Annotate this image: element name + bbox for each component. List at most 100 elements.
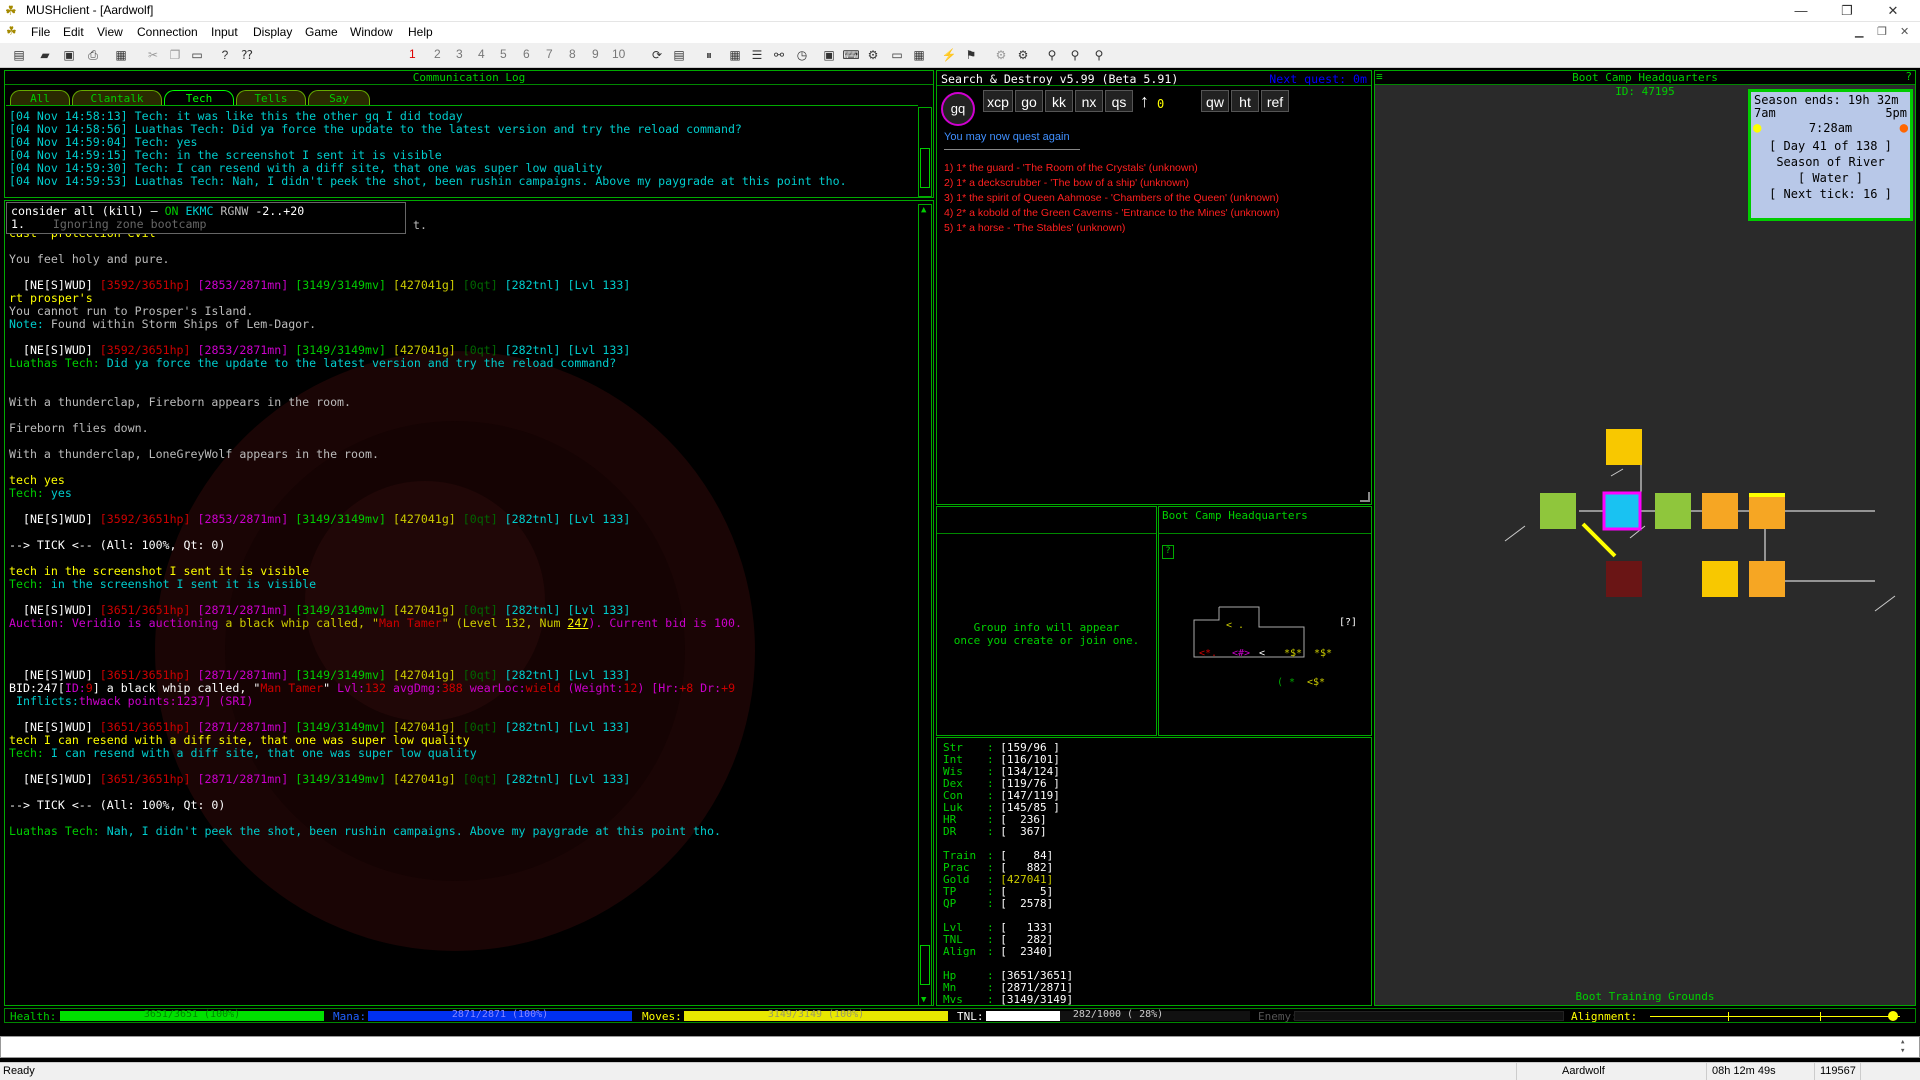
tab-all[interactable]: All bbox=[10, 90, 70, 105]
snd-target[interactable]: 4) 2* a kobold of the Green Caverns - 'E… bbox=[944, 206, 1280, 221]
triggers-icon[interactable]: ⚡ bbox=[940, 47, 958, 64]
mdi-close-button[interactable]: ✕ bbox=[1900, 25, 1909, 38]
log-icon[interactable]: ▤ bbox=[670, 47, 688, 64]
key-icon[interactable]: ⌨ bbox=[842, 47, 860, 64]
xcp-button[interactable]: xcp bbox=[983, 90, 1013, 112]
macro-1[interactable]: 1 bbox=[409, 47, 416, 61]
mdi-minimize-button[interactable]: ▁ bbox=[1855, 25, 1863, 38]
tab-tech[interactable]: Tech bbox=[164, 90, 234, 105]
save-icon[interactable]: ▣ bbox=[60, 47, 78, 64]
qs-button[interactable]: qs bbox=[1105, 90, 1133, 112]
kk-button[interactable]: kk bbox=[1045, 90, 1073, 112]
auction-num-link[interactable]: 247 bbox=[567, 616, 588, 630]
find-icon[interactable]: ⚲ bbox=[1066, 47, 1084, 64]
copy-icon[interactable]: ❐ bbox=[166, 47, 184, 64]
menu-file[interactable]: File bbox=[31, 25, 50, 39]
close-button[interactable]: ✕ bbox=[1870, 0, 1916, 22]
macro-2[interactable]: 2 bbox=[434, 47, 441, 61]
new-world-icon[interactable]: ▤ bbox=[10, 47, 28, 64]
consider-popup: consider all (kill) – ON EKMC RGNW -2..+… bbox=[6, 202, 406, 234]
prompt-line: [NE[S]WUD] [3651/3651hp] [2871/2871mn] [… bbox=[22, 772, 631, 786]
link-icon[interactable]: ⚯ bbox=[770, 47, 788, 64]
go-button[interactable]: go bbox=[1015, 90, 1043, 112]
pause-icon[interactable]: ⏸ bbox=[700, 47, 718, 64]
variables-icon[interactable]: ⚙ bbox=[1014, 47, 1032, 64]
maximize-button[interactable]: ❐ bbox=[1824, 0, 1870, 22]
menu-edit[interactable]: Edit bbox=[63, 25, 84, 39]
tab-say[interactable]: Say bbox=[308, 90, 370, 105]
ht-button[interactable]: ht bbox=[1231, 90, 1259, 112]
consider-tail: t. bbox=[413, 218, 427, 232]
group-panel: Group info will appear once you create o… bbox=[936, 506, 1157, 736]
aliases-icon[interactable]: ⚑ bbox=[962, 47, 980, 64]
snd-target[interactable]: 3) 1* the spirit of Queen Aahmose - 'Cha… bbox=[944, 191, 1280, 206]
preview-icon[interactable]: ▦ bbox=[112, 47, 130, 64]
tab-clantalk[interactable]: Clantalk bbox=[72, 90, 162, 105]
tab-tells[interactable]: Tells bbox=[236, 90, 306, 105]
command-input[interactable] bbox=[0, 1036, 1920, 1058]
menu-display[interactable]: Display bbox=[253, 25, 292, 39]
input-scroll-icon[interactable]: ▴ ▾ bbox=[1900, 1038, 1914, 1056]
snd-target[interactable]: 1) 1* the guard - 'The Room of the Cryst… bbox=[944, 161, 1280, 176]
connect-icon[interactable]: ⟳ bbox=[648, 47, 666, 64]
open-icon[interactable]: ▰ bbox=[36, 47, 54, 64]
status-time: 08h 12m 49s bbox=[1712, 1065, 1776, 1077]
plugins-icon[interactable]: ⚙ bbox=[864, 47, 882, 64]
output-line: Tech: I can resend with a diff site, tha… bbox=[9, 746, 477, 760]
print-icon[interactable]: ⎙ bbox=[84, 47, 102, 64]
tab-clantalk-label: Clantalk bbox=[90, 92, 144, 105]
clock-season: Season of River bbox=[1776, 155, 1885, 169]
menu-help[interactable]: Help bbox=[408, 25, 433, 39]
macro-7[interactable]: 7 bbox=[546, 47, 553, 61]
menu-connection[interactable]: Connection bbox=[137, 25, 198, 39]
world-icon[interactable]: ▦ bbox=[726, 47, 744, 64]
menu-game[interactable]: Game bbox=[305, 25, 338, 39]
notepad-icon[interactable]: ▭ bbox=[888, 47, 906, 64]
prompt-line: [NE[S]WUD] [3592/3651hp] [2853/2871mn] [… bbox=[22, 278, 631, 292]
macro-5[interactable]: 5 bbox=[500, 47, 507, 61]
menu-input[interactable]: Input bbox=[211, 25, 238, 39]
snd-target[interactable]: 2) 1* a deckscrubber - 'The bow of a shi… bbox=[944, 176, 1280, 191]
grid-icon[interactable]: ▦ bbox=[910, 47, 928, 64]
help-icon[interactable]: ? bbox=[216, 47, 234, 64]
macro-10[interactable]: 10 bbox=[612, 47, 625, 61]
comm-log-scrollbar[interactable] bbox=[918, 107, 932, 197]
menu-window[interactable]: Window bbox=[350, 25, 393, 39]
nx-button[interactable]: nx bbox=[1075, 90, 1103, 112]
macro-6[interactable]: 6 bbox=[523, 47, 530, 61]
consider-line-2: 1. Ignoring zone bootcamp bbox=[11, 217, 207, 231]
menu-view[interactable]: View bbox=[97, 25, 123, 39]
status-count: 119567 bbox=[1820, 1065, 1856, 1077]
snd-message: You may now quest again bbox=[944, 131, 1070, 143]
group-info-line-2: once you create or join one. bbox=[953, 634, 1140, 647]
comm-log-scroll-thumb[interactable] bbox=[920, 148, 930, 188]
output-line: tech yes bbox=[9, 473, 65, 487]
context-help-icon[interactable]: ⁇ bbox=[238, 47, 256, 64]
macro-8[interactable]: 8 bbox=[569, 47, 576, 61]
arrow-up-icon[interactable]: ↑ bbox=[1140, 91, 1149, 112]
cut-icon[interactable]: ✂ bbox=[144, 47, 162, 64]
resize-grip-icon[interactable] bbox=[1360, 492, 1370, 502]
list-icon[interactable]: ☰ bbox=[748, 47, 766, 64]
main-output-scrollbar[interactable]: ▲ ▼ bbox=[918, 204, 932, 1006]
macro-4[interactable]: 4 bbox=[478, 47, 485, 61]
tnl-bar-text: 282/1000 ( 28%) bbox=[1072, 1009, 1164, 1020]
screen-icon[interactable]: ▣ bbox=[820, 47, 838, 64]
paste-icon[interactable]: ▭ bbox=[188, 47, 206, 64]
mdi-restore-button[interactable]: ❐ bbox=[1877, 25, 1887, 38]
macro-3[interactable]: 3 bbox=[456, 47, 463, 61]
macro-9[interactable]: 9 bbox=[592, 47, 599, 61]
snd-target[interactable]: 5) 1* a horse - 'The Stables' (unknown) bbox=[944, 221, 1280, 236]
clock-icon[interactable]: ◷ bbox=[793, 47, 811, 64]
binoculars-icon[interactable]: ⚲ bbox=[1043, 47, 1061, 64]
scroll-up-icon[interactable]: ▲ bbox=[921, 205, 926, 215]
ref-button[interactable]: ref bbox=[1261, 90, 1289, 112]
minimize-button[interactable]: — bbox=[1778, 0, 1824, 22]
app-icon: ☘ bbox=[5, 3, 17, 18]
gq-button[interactable]: gq bbox=[941, 92, 975, 126]
qw-button[interactable]: qw bbox=[1201, 90, 1229, 112]
scroll-down-icon[interactable]: ▼ bbox=[921, 995, 926, 1005]
main-output-scroll-thumb[interactable] bbox=[920, 945, 930, 985]
find-next-icon[interactable]: ⚲ bbox=[1090, 47, 1108, 64]
timers-icon[interactable]: ⚙ bbox=[992, 47, 1010, 64]
